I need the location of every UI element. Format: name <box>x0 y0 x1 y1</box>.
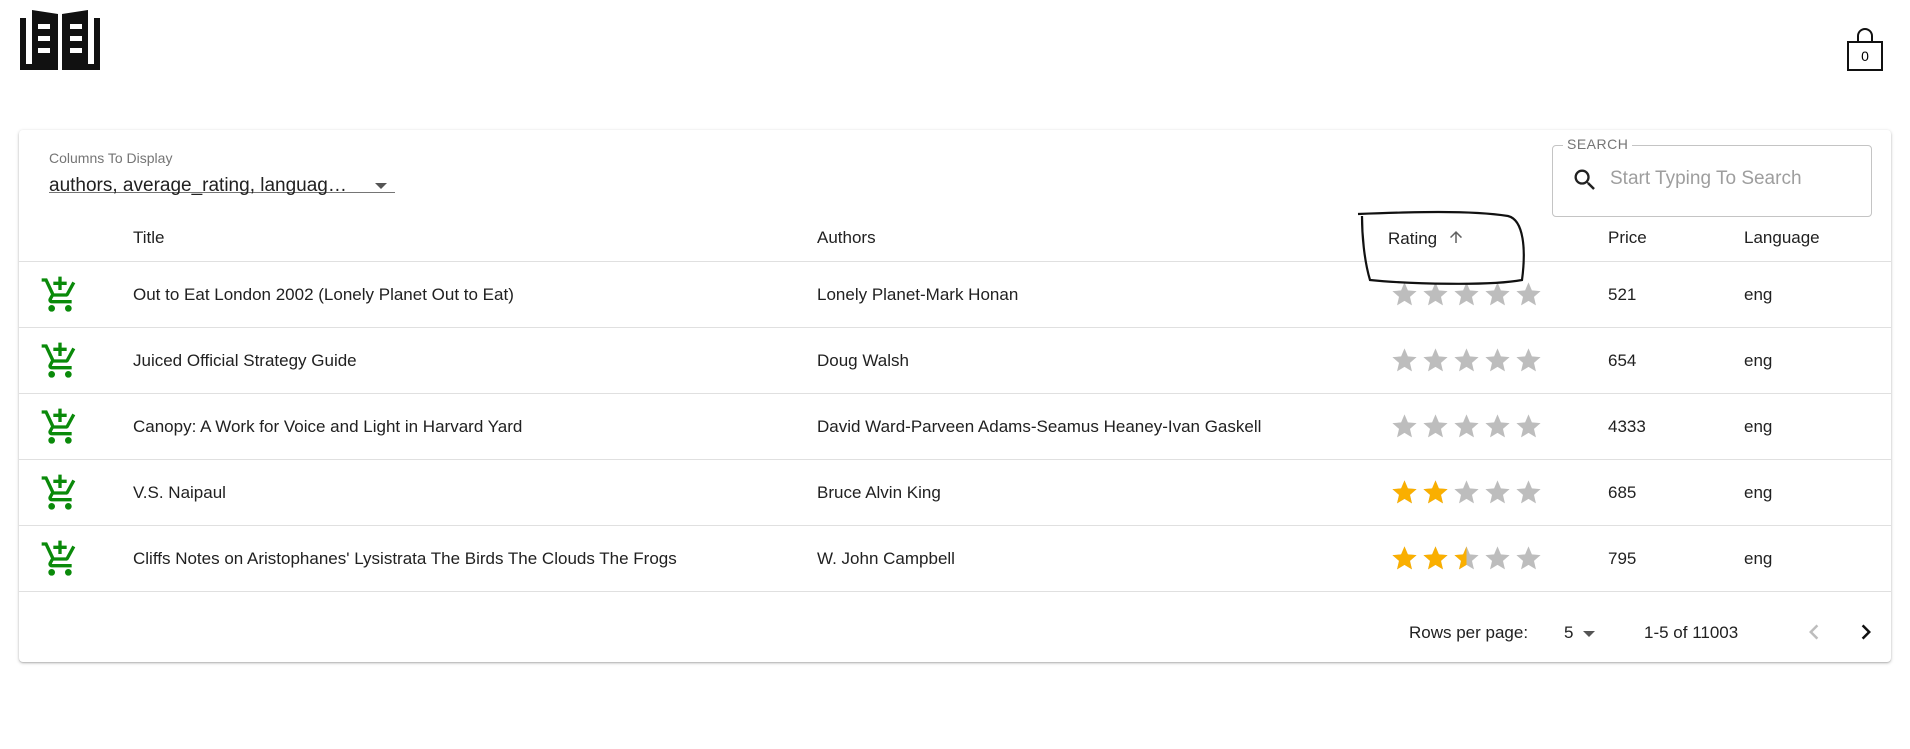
page-range: 1-5 of 11003 <box>1644 623 1739 642</box>
star-icon <box>1454 414 1479 438</box>
star-rating[interactable] <box>1390 478 1608 507</box>
rating-cell <box>1388 525 1608 592</box>
language-cell: eng <box>1744 525 1891 592</box>
table-row: Cliffs Notes on Aristophanes' Lysistrata… <box>19 525 1891 592</box>
columns-select[interactable]: Columns To Display authors, average_rati… <box>49 150 395 196</box>
books-table-card: Columns To Display authors, average_rati… <box>19 130 1891 662</box>
cart-count: 0 <box>1861 48 1869 64</box>
search-icon <box>1574 169 1595 190</box>
table-row: V.S. Naipaul Bruce Alvin King 685 eng <box>19 459 1891 526</box>
chevron-right-icon[interactable] <box>1851 617 1881 647</box>
rating-cell <box>1388 261 1608 328</box>
search-label: SEARCH <box>1563 136 1633 152</box>
star-icon <box>1454 348 1479 372</box>
star-icon <box>1423 546 1448 570</box>
arrow-up-icon <box>1450 230 1463 243</box>
title-cell: Out to Eat London 2002 (Lonely Planet Ou… <box>133 261 817 328</box>
header-price[interactable]: Price <box>1608 215 1744 262</box>
header-title[interactable]: Title <box>133 215 817 262</box>
star-icon <box>1516 414 1541 438</box>
chevron-down-icon[interactable] <box>1583 631 1595 637</box>
star-icon <box>1392 282 1417 306</box>
shopping-bag-button[interactable]: 0 <box>1846 28 1884 72</box>
star-icon <box>1485 414 1510 438</box>
pagination: Rows per page: 5 1-5 of 11003 <box>19 605 1891 662</box>
star-icon <box>1392 348 1417 372</box>
authors-cell: W. John Campbell <box>817 525 1388 592</box>
table-header-row: Title Authors Rating Price Language <box>19 215 1891 262</box>
language-cell: eng <box>1744 261 1891 328</box>
cart-cell <box>19 459 133 526</box>
star-icon <box>1423 480 1448 504</box>
language-cell: eng <box>1744 327 1891 394</box>
book-logo-icon[interactable] <box>18 10 102 72</box>
cart-cell <box>19 393 133 460</box>
chevron-down-icon <box>375 183 387 189</box>
title-cell: Juiced Official Strategy Guide <box>133 327 817 394</box>
authors-cell: David Ward-Parveen Adams-Seamus Heaney-I… <box>817 393 1388 460</box>
add-to-cart-icon[interactable] <box>40 275 80 315</box>
price-cell: 4333 <box>1608 393 1744 460</box>
cart-cell <box>19 261 133 328</box>
star-icon <box>1516 480 1541 504</box>
star-rating[interactable] <box>1390 544 1608 573</box>
star-icon <box>1516 348 1541 372</box>
price-cell: 654 <box>1608 327 1744 394</box>
header-authors[interactable]: Authors <box>817 215 1388 262</box>
star-icon <box>1454 282 1479 306</box>
columns-select-label: Columns To Display <box>49 150 173 166</box>
star-icon <box>1485 480 1510 504</box>
star-icon <box>1516 282 1541 306</box>
header-rating[interactable]: Rating <box>1388 215 1608 262</box>
rating-cell <box>1388 327 1608 394</box>
star-icon <box>1516 546 1541 570</box>
star-icon <box>1392 480 1417 504</box>
table-row: Canopy: A Work for Voice and Light in Ha… <box>19 393 1891 460</box>
star-icon <box>1423 282 1448 306</box>
add-to-cart-icon[interactable] <box>40 539 80 579</box>
title-cell: Canopy: A Work for Voice and Light in Ha… <box>133 393 817 460</box>
rating-cell <box>1388 393 1608 460</box>
header-cart <box>19 215 133 262</box>
star-icon <box>1485 348 1510 372</box>
star-icon <box>1392 546 1417 570</box>
price-cell: 521 <box>1608 261 1744 328</box>
title-cell: V.S. Naipaul <box>133 459 817 526</box>
star-rating[interactable] <box>1390 346 1608 375</box>
header-rating-label: Rating <box>1388 228 1438 248</box>
star-icon <box>1454 480 1479 504</box>
chevron-left-icon[interactable] <box>1799 617 1829 647</box>
title-cell: Cliffs Notes on Aristophanes' Lysistrata… <box>133 525 817 592</box>
price-cell: 685 <box>1608 459 1744 526</box>
cart-cell <box>19 525 133 592</box>
authors-cell: Doug Walsh <box>817 327 1388 394</box>
add-to-cart-icon[interactable] <box>40 407 80 447</box>
rating-cell <box>1388 459 1608 526</box>
table-row: Juiced Official Strategy Guide Doug Walsh… <box>19 327 1891 394</box>
columns-select-value: authors, average_rating, languag… <box>49 175 347 196</box>
price-cell: 795 <box>1608 525 1744 592</box>
star-icon <box>1485 546 1510 570</box>
star-icon <box>1423 348 1448 372</box>
search-input[interactable]: Start Typing To Search <box>1610 168 1802 190</box>
star-icon <box>1423 414 1448 438</box>
authors-cell: Lonely Planet-Mark Honan <box>817 261 1388 328</box>
star-icon <box>1485 282 1510 306</box>
rows-per-page-select[interactable]: 5 <box>1564 623 1573 643</box>
cart-cell <box>19 327 133 394</box>
star-rating[interactable] <box>1390 280 1608 309</box>
add-to-cart-icon[interactable] <box>40 341 80 381</box>
search-field[interactable]: SEARCH Start Typing To Search <box>1552 136 1872 217</box>
add-to-cart-icon[interactable] <box>40 473 80 513</box>
star-rating[interactable] <box>1390 412 1608 441</box>
star-icon <box>1454 546 1479 570</box>
language-cell: eng <box>1744 459 1891 526</box>
books-table: Title Authors Rating Price Language Out … <box>19 215 1891 592</box>
table-row: Out to Eat London 2002 (Lonely Planet Ou… <box>19 261 1891 328</box>
authors-cell: Bruce Alvin King <box>817 459 1388 526</box>
header-language[interactable]: Language <box>1744 215 1891 262</box>
language-cell: eng <box>1744 393 1891 460</box>
star-icon <box>1392 414 1417 438</box>
rows-per-page-label: Rows per page: <box>1409 623 1529 642</box>
